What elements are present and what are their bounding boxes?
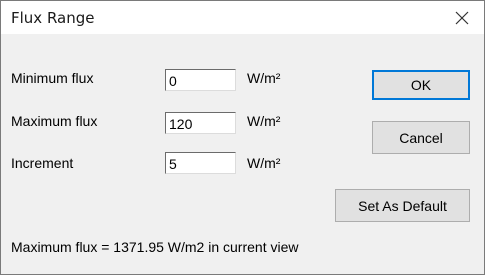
close-button[interactable] xyxy=(440,1,484,34)
minimum-flux-unit: W/m² xyxy=(247,70,281,86)
minimum-flux-input[interactable] xyxy=(165,69,236,91)
status-text: Maximum flux = 1371.95 W/m2 in current v… xyxy=(11,239,299,255)
ok-button[interactable]: OK xyxy=(372,70,470,100)
maximum-flux-unit: W/m² xyxy=(247,113,281,129)
set-as-default-button[interactable]: Set As Default xyxy=(335,189,470,222)
increment-unit: W/m² xyxy=(247,155,281,171)
increment-label: Increment xyxy=(11,155,74,171)
maximum-flux-label: Maximum flux xyxy=(11,113,98,129)
close-icon xyxy=(455,11,469,24)
increment-input[interactable] xyxy=(165,152,236,174)
title-bar: Flux Range xyxy=(1,1,484,34)
cancel-button[interactable]: Cancel xyxy=(372,121,470,154)
dialog-title: Flux Range xyxy=(11,9,95,27)
maximum-flux-input[interactable] xyxy=(165,112,236,134)
minimum-flux-label: Minimum flux xyxy=(11,70,94,86)
flux-range-dialog: Flux Range Minimum flux W/m² Maximum flu… xyxy=(0,0,485,275)
